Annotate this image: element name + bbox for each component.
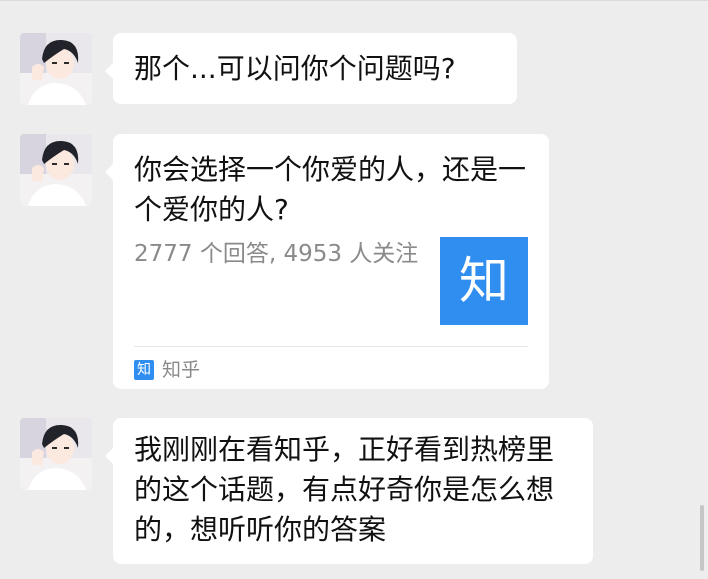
message-bubble[interactable]: 那个...可以问你个问题吗? (105, 33, 517, 104)
message-bubble[interactable]: 我刚刚在看知乎，正好看到热榜里的这个话题，有点好奇你是怎么想的，想听听你的答案 (105, 418, 593, 564)
card-meta: 2777 个回答, 4953 人关注 (134, 241, 419, 267)
sender-avatar[interactable] (20, 33, 92, 105)
zhihu-thumbnail-icon: 知 (440, 237, 528, 325)
avatar-illustration (20, 418, 92, 490)
avatar-illustration (20, 33, 92, 105)
sender-avatar[interactable] (20, 134, 92, 206)
scrollbar[interactable] (700, 505, 704, 571)
message-text: 我刚刚在看知乎，正好看到热榜里的这个话题，有点好奇你是怎么想的，想听听你的答案 (134, 433, 555, 546)
message-text: 那个...可以问你个问题吗? (134, 52, 456, 85)
sender-avatar[interactable] (20, 418, 92, 490)
card-title: 你会选择一个你爱的人，还是一个爱你的人? (134, 153, 527, 226)
card-source-name: 知乎 (162, 359, 201, 381)
card-divider (134, 346, 528, 347)
avatar-illustration (20, 134, 92, 206)
zhihu-logo-icon: 知 (134, 360, 154, 380)
top-divider (0, 0, 708, 1)
link-card[interactable]: 你会选择一个你爱的人，还是一个爱你的人? 2777 个回答, 4953 人关注 … (105, 134, 549, 389)
